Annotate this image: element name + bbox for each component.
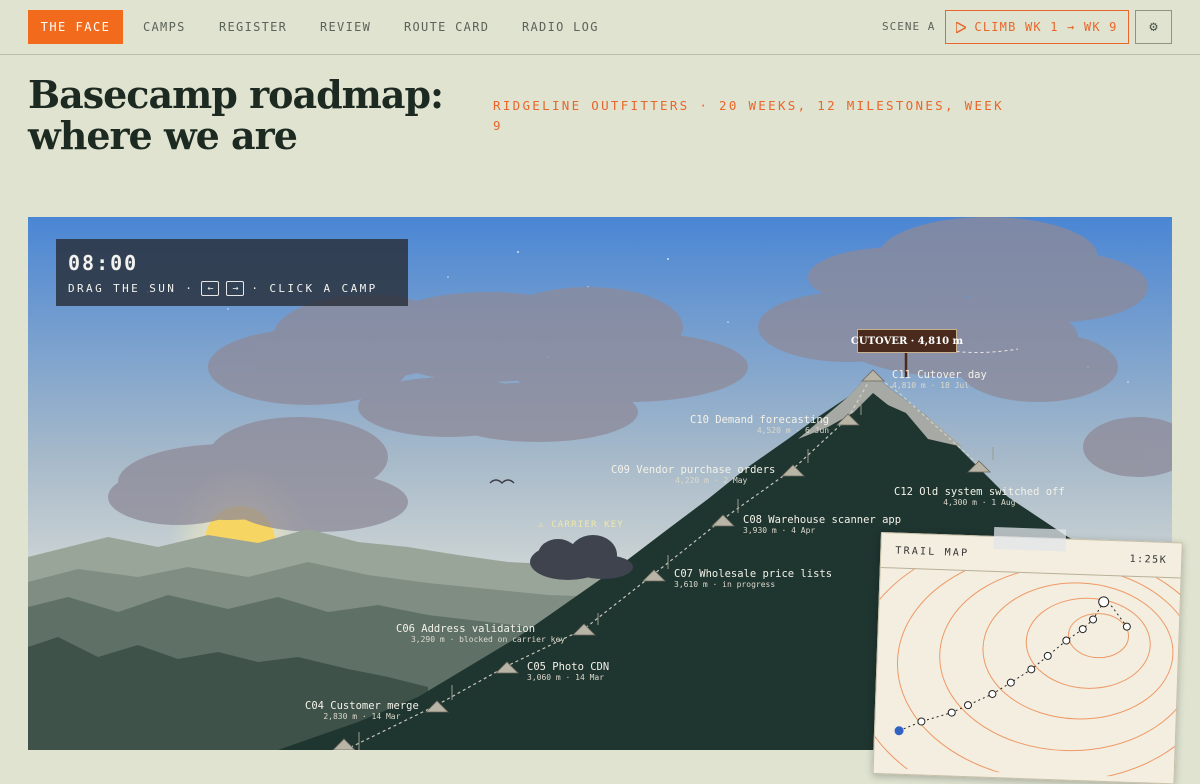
camp-meta: 4,220 m · 2 May bbox=[675, 476, 748, 485]
trail-map-camp-dot[interactable] bbox=[1027, 665, 1036, 674]
climb-button-label: CLIMB WK 1 → WK 9 bbox=[974, 20, 1118, 34]
trail-map-camp-dot[interactable] bbox=[1062, 636, 1071, 645]
camp-c11-label[interactable]: C11 Cutover day 4,810 m · 18 Jul bbox=[892, 369, 987, 391]
camp-meta: 3,290 m · blocked on carrier key bbox=[410, 635, 566, 644]
carrier-key-warning[interactable]: ⚠ CARRIER KEY bbox=[538, 520, 624, 530]
scene-help: DRAG THE SUN · ← → · CLICK A CAMP bbox=[68, 281, 378, 296]
scene-help-prefix: DRAG THE SUN · bbox=[68, 282, 195, 295]
camp-name: C11 Cutover day bbox=[892, 369, 987, 381]
trail-map-camp-dot[interactable] bbox=[1122, 622, 1131, 631]
top-nav: THE FACE CAMPS REGISTER REVIEW ROUTE CAR… bbox=[0, 0, 1200, 55]
key-left-icon[interactable]: ← bbox=[201, 281, 220, 296]
trail-map-card[interactable]: TRAIL MAP 1:25K bbox=[872, 526, 1183, 784]
page-title-line-2: where we are bbox=[28, 113, 298, 158]
trail-map-summit-dot[interactable] bbox=[1098, 596, 1110, 608]
key-right-icon[interactable]: → bbox=[226, 281, 245, 296]
camp-name: C07 Wholesale price lists bbox=[674, 568, 833, 580]
trail-map-camp-dot[interactable] bbox=[1078, 625, 1087, 634]
camp-c10-label[interactable]: C10 Demand forecasting 4,520 m · 6 Jun bbox=[690, 414, 829, 436]
scene-help-suffix: · CLICK A CAMP bbox=[251, 282, 378, 295]
page-title-line-1: Basecamp roadmap: bbox=[28, 72, 444, 117]
sun-clock-panel: 08:00 DRAG THE SUN · ← → · CLICK A CAMP bbox=[56, 239, 408, 306]
scene-label: SCENE A bbox=[882, 20, 936, 33]
play-icon bbox=[956, 21, 967, 33]
camp-name: C09 Vendor purchase orders bbox=[611, 464, 776, 476]
trail-map-camp-dot[interactable] bbox=[947, 708, 956, 717]
camp-c08-label[interactable]: C08 Warehouse scanner app 3,930 m · 4 Ap… bbox=[743, 514, 901, 536]
camp-name: C04 Customer merge bbox=[305, 700, 419, 712]
camp-name: C05 Photo CDN bbox=[527, 661, 610, 673]
tape-strip bbox=[993, 526, 1067, 552]
camp-c07-label[interactable]: C07 Wholesale price lists 3,610 m · in p… bbox=[674, 568, 832, 590]
nav-link-radio-log[interactable]: RADIO LOG bbox=[522, 20, 599, 34]
camp-c05-label[interactable]: C05 Photo CDN 3,060 m · 14 Mar bbox=[527, 661, 609, 683]
camp-meta: 2,830 m · 14 Mar bbox=[323, 712, 401, 721]
trail-map-camp-dot[interactable] bbox=[917, 717, 926, 726]
camp-name: C10 Demand forecasting bbox=[690, 414, 830, 426]
trail-map-you-are-here-dot bbox=[894, 726, 904, 736]
page-title: Basecamp roadmap: where we are bbox=[28, 74, 468, 156]
settings-button[interactable]: ⚙ bbox=[1135, 10, 1172, 44]
camp-meta: 4,300 m · 1 Aug bbox=[943, 498, 1016, 507]
trail-map-camp-dot[interactable] bbox=[964, 701, 973, 710]
nav-link-review[interactable]: REVIEW bbox=[320, 20, 371, 34]
summit-sign: CUTOVER · 4,810 m bbox=[851, 329, 963, 353]
camp-name: C12 Old system switched off bbox=[894, 486, 1065, 498]
climb-button[interactable]: CLIMB WK 1 → WK 9 bbox=[945, 10, 1129, 44]
camp-c06-label[interactable]: C06 Address validation 3,290 m · blocked… bbox=[396, 623, 565, 645]
brand-tab[interactable]: THE FACE bbox=[28, 10, 123, 44]
clock-time: 08:00 bbox=[68, 251, 139, 275]
trail-map-scale: 1:25K bbox=[1129, 553, 1168, 567]
gear-icon: ⚙ bbox=[1149, 19, 1158, 35]
camp-name: C06 Address validation bbox=[396, 623, 536, 635]
camp-name: C08 Warehouse scanner app bbox=[743, 514, 902, 526]
nav-link-register[interactable]: REGISTER bbox=[219, 20, 287, 34]
camp-c09-label[interactable]: C09 Vendor purchase orders 4,220 m · 2 M… bbox=[611, 464, 775, 486]
trail-map-title: TRAIL MAP bbox=[895, 545, 970, 560]
camp-meta: 4,810 m · 18 Jul bbox=[892, 381, 970, 390]
page-subtitle: RIDGELINE OUTFITTERS · 20 WEEKS, 12 MILE… bbox=[493, 98, 1004, 133]
camp-c12-label[interactable]: C12 Old system switched off 4,300 m · 1 … bbox=[894, 486, 1065, 508]
trail-map-camp-dot[interactable] bbox=[1043, 651, 1052, 660]
trail-map-contours bbox=[873, 568, 1181, 779]
camp-meta: 3,930 m · 4 Apr bbox=[743, 526, 816, 535]
camp-meta: 4,520 m · 6 Jun bbox=[756, 426, 830, 435]
camp-meta: 3,060 m · 14 Mar bbox=[527, 673, 605, 682]
trail-map-camp-dot[interactable] bbox=[1006, 678, 1015, 687]
trail-map-camp-dot[interactable] bbox=[988, 689, 997, 698]
nav-link-route-card[interactable]: ROUTE CARD bbox=[404, 20, 489, 34]
camp-c04-label[interactable]: C04 Customer merge 2,830 m · 14 Mar bbox=[305, 700, 419, 722]
camp-meta: 3,610 m · in progress bbox=[674, 580, 776, 589]
trail-map-camp-dot[interactable] bbox=[1089, 615, 1098, 624]
nav-link-camps[interactable]: CAMPS bbox=[143, 20, 186, 34]
